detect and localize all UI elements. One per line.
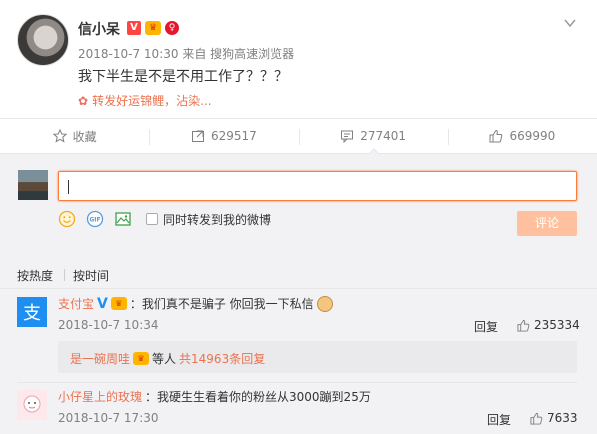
comment-body: 支付宝 V ♛ ：我们真不是骗子 你回我一下私信 bbox=[58, 295, 333, 312]
comment-section: GIF 同时转发到我的微博 评论 按热度 按时间 支 支付宝 V ♛ ：我们真不… bbox=[0, 154, 597, 434]
emoji-icon[interactable] bbox=[58, 210, 76, 228]
comment-item: 支 支付宝 V ♛ ：我们真不是骗子 你回我一下私信 2018-10-7 10:… bbox=[0, 289, 597, 384]
comment-sort-bar: 按热度 按时间 bbox=[0, 259, 597, 289]
favorite-label: 收藏 bbox=[72, 129, 97, 144]
sub-reply-middle: 等人 bbox=[152, 352, 177, 366]
sub-reply-author[interactable]: 是一碗周哇 bbox=[70, 350, 130, 367]
thumbs-up-icon bbox=[530, 412, 543, 425]
comment-author[interactable]: 支付宝 bbox=[58, 295, 94, 312]
alipay-avatar[interactable]: 支 bbox=[17, 297, 47, 327]
repost-to-my-weibo-label: 同时转发到我的微博 bbox=[163, 212, 272, 227]
my-avatar[interactable] bbox=[18, 170, 48, 200]
favorite-button[interactable]: 收藏 bbox=[0, 119, 149, 153]
avatar[interactable] bbox=[17, 14, 69, 66]
comment-body: 小仔星上的玫瑰 ：我硬生生看着你的粉丝从3000蹦到25万 bbox=[58, 388, 371, 405]
post-content: 我下半生是不是不用工作了？？？ bbox=[78, 69, 288, 85]
member-badge-icon[interactable]: ♀ bbox=[165, 21, 179, 35]
comment-like-button[interactable]: 7633 bbox=[530, 411, 578, 425]
comment-text: ：我硬生生看着你的粉丝从3000蹦到25万 bbox=[145, 390, 371, 404]
repost-count: 629517 bbox=[210, 129, 257, 143]
sub-reply-summary: 是一碗周哇 ♛ 等人 共14963条回复 bbox=[58, 341, 577, 373]
gif-icon[interactable]: GIF bbox=[86, 210, 104, 228]
user-badges: V ♛ ♀ bbox=[127, 21, 179, 35]
repost-promo-link[interactable]: ✿ 转发好运锦鲤，沾染... bbox=[78, 92, 212, 109]
like-count: 669990 bbox=[509, 129, 556, 143]
svg-text:GIF: GIF bbox=[89, 217, 100, 224]
post-username[interactable]: 信小呆 bbox=[78, 19, 120, 39]
thumbs-up-icon bbox=[517, 319, 530, 332]
repost-to-my-weibo-checkbox[interactable]: 同时转发到我的微博 bbox=[146, 211, 271, 228]
star-icon bbox=[52, 129, 67, 143]
post-action-bar: 收藏 629517 277401 669990 bbox=[0, 118, 597, 154]
post-meta: 2018-10-7 10:30 来自 搜狗高速浏览器 bbox=[78, 45, 294, 62]
composer-tools: GIF 同时转发到我的微博 bbox=[58, 210, 271, 228]
comment-like-button[interactable]: 235334 bbox=[517, 318, 580, 332]
post-source-prefix: 来自 bbox=[182, 47, 207, 61]
repost-icon bbox=[191, 130, 204, 142]
text-cursor bbox=[68, 180, 69, 194]
svg-text:支: 支 bbox=[23, 303, 41, 324]
comment-time: 2018-10-7 17:30 bbox=[58, 411, 159, 425]
sub-reply-text: 是一碗周哇 ♛ 等人 共14963条回复 bbox=[70, 350, 265, 367]
vip-crown-icon[interactable]: ♛ bbox=[110, 297, 127, 310]
comment-text: ：我们真不是骗子 你回我一下私信 bbox=[129, 297, 314, 311]
sort-divider bbox=[64, 269, 65, 281]
blue-verified-icon[interactable]: V bbox=[97, 296, 108, 312]
repost-button[interactable]: 629517 bbox=[149, 119, 298, 153]
checkbox-box[interactable] bbox=[146, 213, 158, 225]
repost-promo-text: 转发好运锦鲤，沾染... bbox=[92, 94, 212, 108]
reply-button[interactable]: 回复 bbox=[487, 411, 511, 428]
vip-crown-icon[interactable]: ♛ bbox=[145, 21, 161, 35]
chevron-down-icon[interactable] bbox=[563, 16, 577, 30]
verified-badge[interactable]: V bbox=[127, 21, 141, 35]
koi-flower-icon: ✿ bbox=[78, 93, 89, 108]
thumbs-up-icon bbox=[489, 129, 503, 143]
comment-input[interactable] bbox=[58, 171, 577, 201]
weibo-post: 信小呆 V ♛ ♀ 2018-10-7 10:30 来自 搜狗高速浏览器 我下半… bbox=[0, 0, 597, 118]
reply-button[interactable]: 回复 bbox=[474, 318, 498, 335]
submit-comment-button[interactable]: 评论 bbox=[517, 211, 577, 236]
cat-emoji-icon bbox=[316, 295, 333, 312]
comment-time: 2018-10-7 10:34 bbox=[58, 318, 159, 332]
view-all-replies-link[interactable]: 共14963条回复 bbox=[179, 350, 265, 367]
comment-like-count: 7633 bbox=[547, 411, 578, 425]
comment-author[interactable]: 小仔星上的玫瑰 bbox=[58, 388, 142, 405]
comment-like-count: 235334 bbox=[534, 318, 580, 332]
vip-crown-icon[interactable]: ♛ bbox=[133, 352, 150, 365]
active-caret-icon bbox=[368, 148, 380, 155]
comment-item: 小仔星上的玫瑰 ：我硬生生看着你的粉丝从3000蹦到25万 2018-10-7 … bbox=[0, 382, 597, 434]
comment-icon bbox=[341, 130, 354, 143]
post-source[interactable]: 搜狗高速浏览器 bbox=[210, 47, 294, 61]
comment-count: 277401 bbox=[360, 129, 407, 143]
user-avatar[interactable] bbox=[17, 390, 47, 420]
sort-by-time[interactable]: 按时间 bbox=[73, 267, 109, 284]
post-time[interactable]: 2018-10-7 10:30 bbox=[78, 47, 179, 61]
sort-by-hot[interactable]: 按热度 bbox=[17, 267, 53, 284]
like-button[interactable]: 669990 bbox=[447, 119, 597, 153]
image-icon[interactable] bbox=[114, 210, 132, 228]
